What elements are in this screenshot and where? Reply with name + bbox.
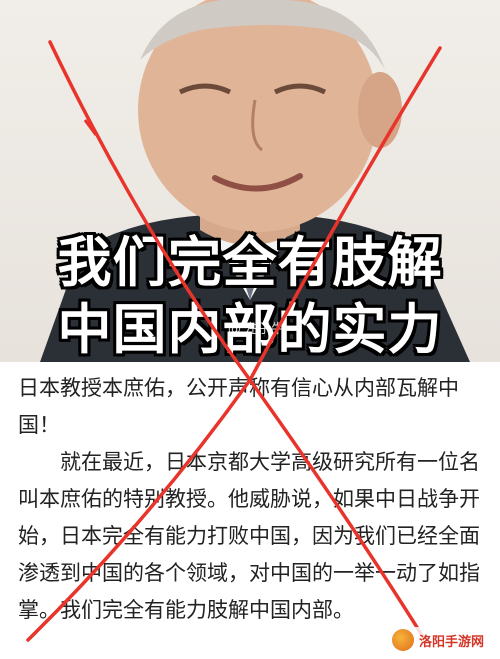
article-paragraph-1: 日本教授本庶佑，公开声称有信心从内部瓦解中国！ [18, 376, 459, 437]
article-body: 日本教授本庶佑，公开声称有信心从内部瓦解中国！ 就在最近，日本京都大学高级研究所… [18, 370, 484, 629]
site-logo-icon [391, 629, 414, 651]
article-paragraph-2: 就在最近，日本京都大学高级研究所有一位名叫本庶佑的特别教授。他威胁说，如果中日战… [18, 450, 480, 622]
site-watermark-badge: 洛阳手游网 [383, 627, 492, 653]
site-watermark-text: 洛阳手游网 [418, 634, 484, 650]
photo-watermark: @ 左子牛 [228, 322, 285, 337]
portrait-photo: 我们完全有肢解 中国内部的实力 @ 左子牛 [0, 0, 500, 362]
